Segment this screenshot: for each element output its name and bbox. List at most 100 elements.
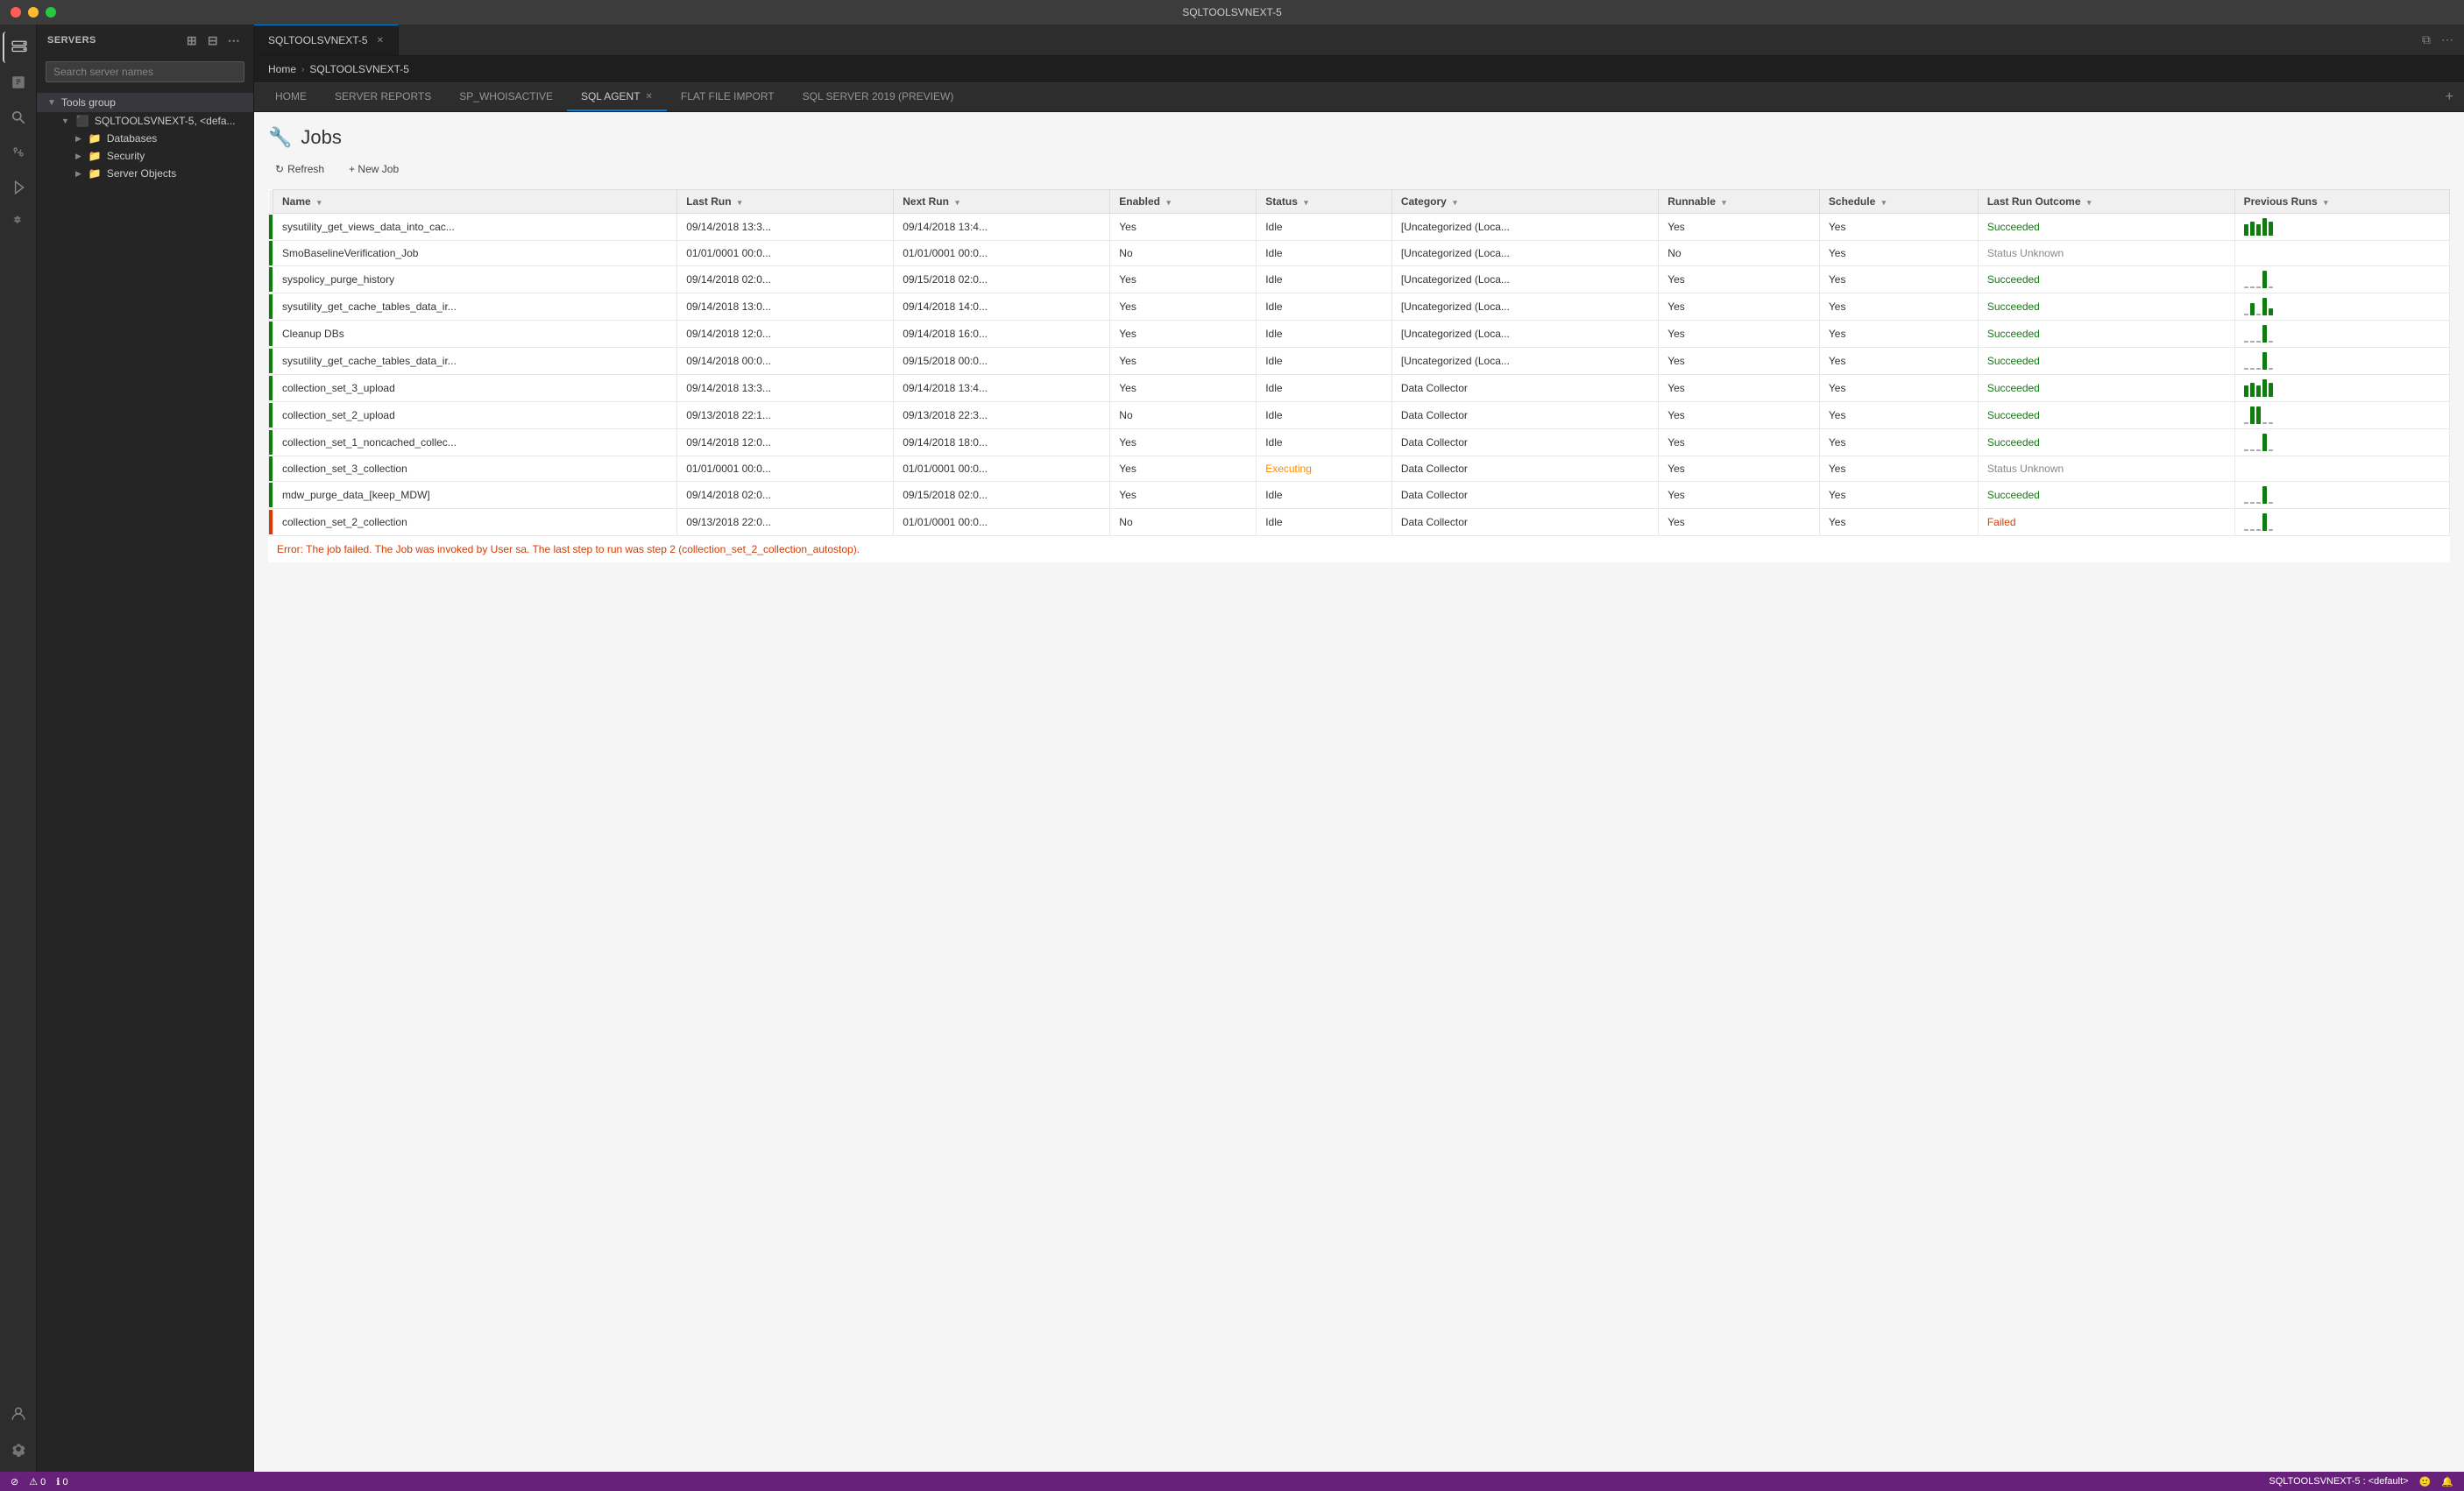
cell-schedule: Yes — [1819, 266, 1978, 293]
maximize-button[interactable] — [46, 7, 56, 18]
split-editor-button[interactable]: ⧉ — [2418, 29, 2434, 51]
cell-last_run_outcome: Status Unknown — [1978, 241, 2234, 266]
cell-category: [Uncategorized (Loca... — [1391, 214, 1658, 241]
cell-previous-runs — [2234, 429, 2449, 456]
th-last-run-outcome-label: Last Run Outcome — [1987, 195, 2081, 208]
th-name-label: Name — [282, 195, 311, 208]
cell-schedule: Yes — [1819, 429, 1978, 456]
sub-tab-sql-server-2019[interactable]: SQL SERVER 2019 (PREVIEW) — [789, 83, 968, 111]
activity-git[interactable] — [3, 137, 34, 168]
cell-status: Idle — [1257, 348, 1392, 375]
th-enabled[interactable]: Enabled ▾ — [1110, 190, 1257, 214]
table-row[interactable]: collection_set_2_upload09/13/2018 22:1..… — [269, 402, 2450, 429]
sub-tab-add-button[interactable]: + — [2442, 86, 2457, 109]
cell-previous-runs — [2234, 241, 2449, 266]
sub-tab-server-reports[interactable]: SERVER REPORTS — [321, 83, 445, 111]
sub-tab-sql-agent-close[interactable]: ✕ — [646, 92, 653, 102]
cell-enabled: No — [1110, 241, 1257, 266]
cell-status: Idle — [1257, 266, 1392, 293]
new-job-button[interactable]: + New Job — [342, 159, 406, 179]
cell-runnable: Yes — [1659, 214, 1820, 241]
cell-name: SmoBaselineVerification_Job — [273, 241, 677, 266]
activity-account[interactable] — [3, 1398, 34, 1430]
minimize-button[interactable] — [28, 7, 39, 18]
table-row[interactable]: sysutility_get_views_data_into_cac...09/… — [269, 214, 2450, 241]
sub-tab-sql-agent-label: SQL AGENT — [581, 90, 641, 102]
cell-last_run_outcome: Failed — [1978, 509, 2234, 536]
search-input[interactable] — [46, 61, 244, 82]
cell-enabled: Yes — [1110, 348, 1257, 375]
cell-name: sysutility_get_cache_tables_data_ir... — [273, 293, 677, 321]
databases-label: Databases — [107, 132, 157, 145]
breadcrumb-home[interactable]: Home — [268, 63, 296, 75]
server-objects-item[interactable]: ▶ 📁 Server Objects — [37, 165, 253, 182]
tab-list: SQLTOOLSVNEXT-5 ✕ — [254, 25, 2411, 55]
th-previous-runs[interactable]: Previous Runs ▾ — [2234, 190, 2449, 214]
sidebar: SERVERS ⊞ ⊟ ⋯ ▼ Tools group ▼ ⬛ SQLTOOLS… — [37, 25, 254, 1472]
activity-servers[interactable] — [3, 32, 34, 63]
tab-sqltoolsvnext5[interactable]: SQLTOOLSVNEXT-5 ✕ — [254, 25, 399, 55]
new-job-label: + New Job — [349, 163, 399, 175]
th-runnable[interactable]: Runnable ▾ — [1659, 190, 1820, 214]
th-schedule[interactable]: Schedule ▾ — [1819, 190, 1978, 214]
table-row[interactable]: collection_set_2_collection09/13/2018 22… — [269, 509, 2450, 536]
th-next-run[interactable]: Next Run ▾ — [894, 190, 1110, 214]
sub-tab-sp-whoisactive[interactable]: SP_WHOISACTIVE — [445, 83, 567, 111]
th-category[interactable]: Category ▾ — [1391, 190, 1658, 214]
activity-explorer[interactable] — [3, 67, 34, 98]
tab-close-icon[interactable]: ✕ — [377, 36, 384, 46]
sidebar-group-btn[interactable]: ⊟ — [204, 32, 222, 49]
window-controls[interactable] — [11, 7, 56, 18]
main-area: SQLTOOLSVNEXT-5 ✕ ⧉ ⋯ Home › SQLTOOLSVNE… — [254, 25, 2464, 1472]
table-row[interactable]: mdw_purge_data_[keep_MDW]09/14/2018 02:0… — [269, 482, 2450, 509]
sidebar-new-connection[interactable]: ⊞ — [183, 32, 201, 49]
cell-last_run: 09/14/2018 13:0... — [677, 293, 894, 321]
activity-extensions[interactable] — [3, 207, 34, 238]
close-button[interactable] — [11, 7, 21, 18]
table-row[interactable]: collection_set_3_collection01/01/0001 00… — [269, 456, 2450, 482]
th-last-run[interactable]: Last Run ▾ — [677, 190, 894, 214]
server-item[interactable]: ▼ ⬛ SQLTOOLSVNEXT-5, <defa... — [37, 112, 253, 130]
cell-enabled: Yes — [1110, 214, 1257, 241]
table-row[interactable]: collection_set_1_noncached_collec...09/1… — [269, 429, 2450, 456]
th-previous-runs-sort: ▾ — [2324, 198, 2328, 207]
cell-previous-runs — [2234, 482, 2449, 509]
sidebar-actions[interactable]: ⊞ ⊟ ⋯ — [183, 32, 243, 49]
cell-next_run: 09/13/2018 22:3... — [894, 402, 1110, 429]
th-last-run-sort: ▾ — [738, 198, 742, 207]
activity-debug[interactable] — [3, 172, 34, 203]
cell-enabled: No — [1110, 402, 1257, 429]
activity-settings[interactable] — [3, 1433, 34, 1465]
cell-category: [Uncategorized (Loca... — [1391, 321, 1658, 348]
table-row[interactable]: syspolicy_purge_history09/14/2018 02:0..… — [269, 266, 2450, 293]
cell-schedule: Yes — [1819, 321, 1978, 348]
cell-next_run: 09/15/2018 02:0... — [894, 266, 1110, 293]
th-name[interactable]: Name ▾ — [273, 190, 677, 214]
cell-category: [Uncategorized (Loca... — [1391, 293, 1658, 321]
sidebar-more[interactable]: ⋯ — [225, 32, 243, 49]
th-status[interactable]: Status ▾ — [1257, 190, 1392, 214]
cell-last_run: 01/01/0001 00:0... — [677, 241, 894, 266]
th-last-run-outcome[interactable]: Last Run Outcome ▾ — [1978, 190, 2234, 214]
sub-tab-sql-agent[interactable]: SQL AGENT ✕ — [567, 83, 667, 111]
cell-status: Idle — [1257, 241, 1392, 266]
more-tabs-button[interactable]: ⋯ — [2438, 29, 2457, 51]
sub-tab-home[interactable]: HOME — [261, 83, 321, 111]
security-item[interactable]: ▶ 📁 Security — [37, 147, 253, 165]
cell-last_run_outcome: Succeeded — [1978, 402, 2234, 429]
table-row[interactable]: sysutility_get_cache_tables_data_ir...09… — [269, 293, 2450, 321]
th-name-sort: ▾ — [317, 198, 322, 207]
cell-previous-runs — [2234, 402, 2449, 429]
activity-search[interactable] — [3, 102, 34, 133]
server-expand-arrow: ▼ — [61, 117, 69, 125]
table-row[interactable]: Cleanup DBs09/14/2018 12:0...09/14/2018 … — [269, 321, 2450, 348]
tools-group-label[interactable]: ▼ Tools group — [37, 93, 253, 112]
table-row[interactable]: collection_set_3_upload09/14/2018 13:3..… — [269, 375, 2450, 402]
sidebar-search-container — [37, 56, 253, 88]
refresh-button[interactable]: ↻ Refresh — [268, 159, 331, 179]
table-row[interactable]: sysutility_get_cache_tables_data_ir...09… — [269, 348, 2450, 375]
databases-item[interactable]: ▶ 📁 Databases — [37, 130, 253, 147]
table-row[interactable]: SmoBaselineVerification_Job01/01/0001 00… — [269, 241, 2450, 266]
cell-previous-runs — [2234, 348, 2449, 375]
sub-tab-flat-file-import[interactable]: FLAT FILE IMPORT — [667, 83, 789, 111]
